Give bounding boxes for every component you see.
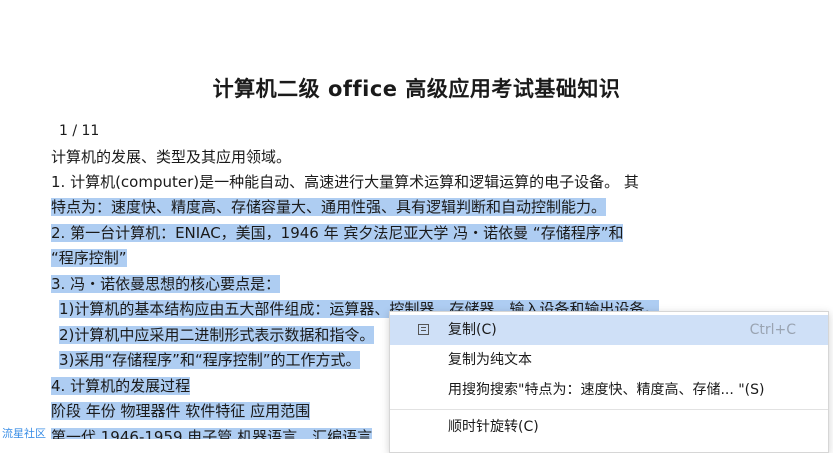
selection-highlight: 特点为：速度快、精度高、存储容量大、通用性强、具有逻辑判断和自动控制能力。 bbox=[51, 198, 607, 216]
menu-item-rotate-clockwise[interactable]: 顺时针旋转(C) bbox=[390, 412, 828, 442]
doc-line-selected[interactable]: 2)计算机中应采用二进制形式表示数据和指令。 bbox=[59, 324, 375, 346]
context-menu: 复制(C) Ctrl+C 复制为纯文本 用搜狗搜索"特点为：速度快、精度高、存储… bbox=[389, 311, 829, 453]
document-title: 计算机二级 office 高级应用考试基础知识 bbox=[212, 77, 621, 101]
copy-icon bbox=[418, 324, 429, 335]
menu-item-label: 复制(C) bbox=[448, 322, 497, 338]
menu-item-label: 用搜狗搜索"特点为：速度快、精度高、存储... "(S) bbox=[448, 382, 765, 398]
selection-highlight: 2. 第一台计算机：ENIAC，美国，1946 年 宾夕法尼亚大学 冯・诺依曼 … bbox=[51, 224, 624, 242]
doc-line-selected[interactable]: 3. 冯・诺依曼思想的核心要点是： bbox=[51, 273, 281, 295]
doc-line[interactable]: 计算机的发展、类型及其应用领域。 bbox=[51, 146, 291, 168]
doc-line-selected[interactable]: 特点为：速度快、精度高、存储容量大、通用性强、具有逻辑判断和自动控制能力。 bbox=[51, 196, 607, 218]
menu-item-sogou-search[interactable]: 用搜狗搜索"特点为：速度快、精度高、存储... "(S) bbox=[390, 375, 828, 405]
menu-item-copy-plain-text[interactable]: 复制为纯文本 bbox=[390, 345, 828, 375]
selection-highlight: “程序控制” bbox=[51, 249, 127, 267]
doc-line[interactable]: 1. 计算机(computer)是一种能自动、高速进行大量算术运算和逻辑运算的电… bbox=[51, 171, 639, 193]
doc-line-selected[interactable]: 4. 计算机的发展过程 bbox=[51, 375, 191, 397]
page-indicator: 1 / 11 bbox=[59, 123, 100, 139]
menu-item-label: 复制为纯文本 bbox=[448, 352, 532, 368]
selection-highlight: 3)采用“存储程序”和“程序控制”的工作方式。 bbox=[59, 351, 361, 369]
menu-item-copy[interactable]: 复制(C) Ctrl+C bbox=[390, 315, 828, 345]
selection-highlight: 2)计算机中应采用二进制形式表示数据和指令。 bbox=[59, 326, 375, 344]
doc-line-selected[interactable]: 2. 第一台计算机：ENIAC，美国，1946 年 宾夕法尼亚大学 冯・诺依曼 … bbox=[51, 222, 624, 244]
menu-item-shortcut: Ctrl+C bbox=[749, 322, 796, 338]
doc-line-selected[interactable]: 阶段 年份 物理器件 软件特征 应用范围 bbox=[51, 400, 311, 422]
doc-line-selected[interactable]: “程序控制” bbox=[51, 247, 127, 269]
selection-highlight: 4. 计算机的发展过程 bbox=[51, 377, 191, 395]
menu-separator bbox=[390, 409, 828, 410]
doc-line-selected[interactable]: 3)采用“存储程序”和“程序控制”的工作方式。 bbox=[59, 349, 361, 371]
selection-highlight: 第一代 1946-1959 电子管 机器语言、汇编语言 bbox=[51, 428, 373, 439]
selection-highlight: 3. 冯・诺依曼思想的核心要点是： bbox=[51, 275, 281, 293]
selection-highlight: 阶段 年份 物理器件 软件特征 应用范围 bbox=[51, 402, 311, 420]
menu-item-label: 顺时针旋转(C) bbox=[448, 419, 539, 435]
doc-line-selected[interactable]: 第一代 1946-1959 电子管 机器语言、汇编语言 bbox=[51, 426, 373, 439]
